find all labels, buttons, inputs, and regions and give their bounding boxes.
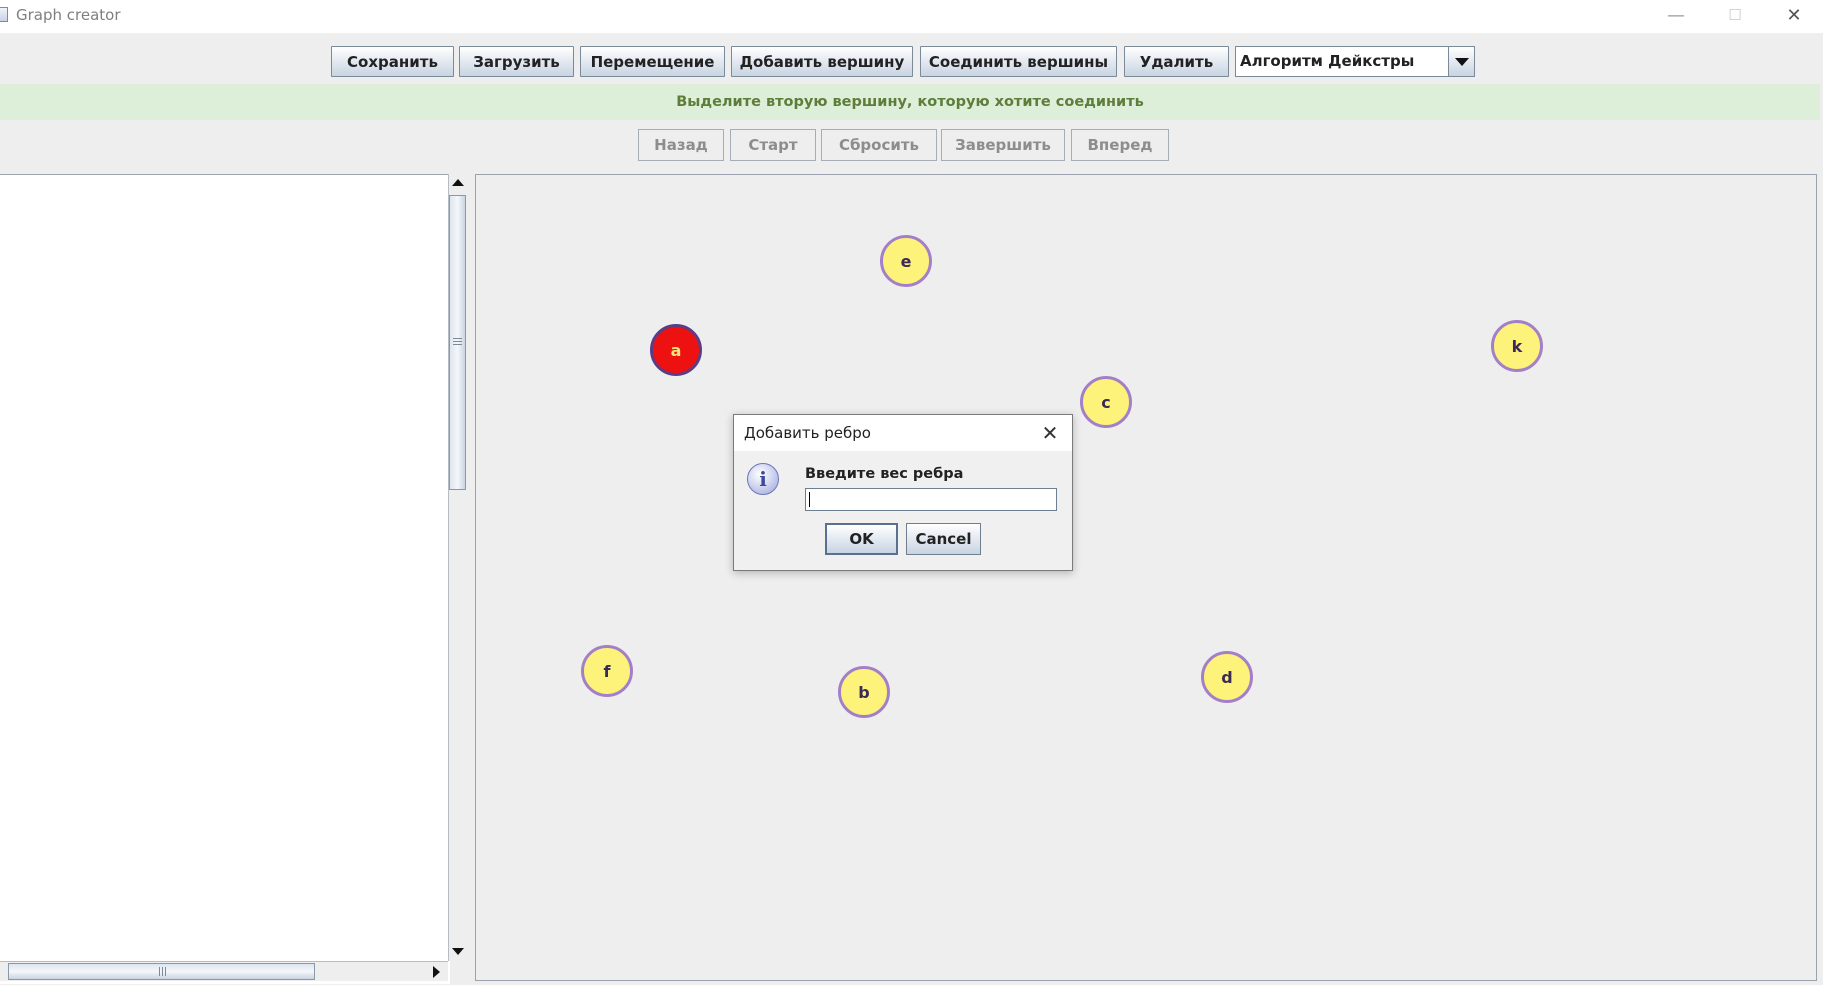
vertex-e[interactable]: e — [880, 235, 932, 287]
scroll-up-icon[interactable] — [452, 179, 464, 186]
add-edge-dialog: Добавить ребро ✕ i Введите вес ребра OK … — [733, 414, 1073, 571]
start-button[interactable]: Старт — [730, 129, 816, 161]
status-message: Выделите вторую вершину, которую хотите … — [0, 84, 1820, 120]
minimize-button[interactable]: — — [1647, 0, 1705, 30]
close-button[interactable]: ✕ — [1765, 0, 1823, 30]
edge-weight-input[interactable] — [805, 488, 1057, 511]
add-vertex-button[interactable]: Добавить вершину — [731, 46, 913, 77]
app-icon — [0, 7, 8, 22]
scroll-grip-icon — [159, 967, 167, 976]
algorithm-select[interactable]: Алгоритм Дейкстры — [1235, 46, 1475, 77]
vertex-f[interactable]: f — [581, 645, 633, 697]
close-icon[interactable]: ✕ — [1038, 421, 1062, 445]
back-button[interactable]: Назад — [638, 129, 724, 161]
load-button[interactable]: Загрузить — [459, 46, 574, 77]
text-caret — [809, 492, 810, 507]
delete-button[interactable]: Удалить — [1124, 46, 1229, 77]
scroll-down-icon[interactable] — [452, 948, 464, 955]
info-icon: i — [747, 463, 779, 495]
vertex-c[interactable]: c — [1080, 376, 1132, 428]
save-button[interactable]: Сохранить — [331, 46, 454, 77]
finish-button[interactable]: Завершить — [941, 129, 1065, 161]
dialog-message: Введите вес ребра — [805, 466, 964, 482]
window-title: Graph creator — [16, 6, 121, 24]
maximize-button[interactable]: ☐ — [1706, 0, 1764, 30]
scroll-grip-icon — [453, 338, 462, 346]
algorithm-selected-value: Алгоритм Дейкстры — [1240, 52, 1415, 70]
chevron-down-icon[interactable] — [1448, 47, 1474, 76]
cancel-button[interactable]: Cancel — [906, 523, 981, 555]
move-button[interactable]: Перемещение — [580, 46, 725, 77]
vertex-k[interactable]: k — [1491, 320, 1543, 372]
dialog-title: Добавить ребро — [744, 424, 871, 442]
reset-button[interactable]: Сбросить — [821, 129, 937, 161]
log-panel — [0, 174, 450, 984]
forward-button[interactable]: Вперед — [1071, 129, 1169, 161]
vertex-b[interactable]: b — [838, 666, 890, 718]
title-bar: Graph creator — ☐ ✕ — [0, 0, 1823, 33]
scroll-right-icon[interactable] — [433, 966, 440, 978]
connect-vertices-button[interactable]: Соединить вершины — [920, 46, 1117, 77]
dialog-title-bar: Добавить ребро ✕ — [734, 415, 1072, 451]
vertex-a[interactable]: a — [650, 324, 702, 376]
ok-button[interactable]: OK — [825, 523, 898, 555]
graph-canvas[interactable] — [475, 174, 1817, 981]
vertex-d[interactable]: d — [1201, 651, 1253, 703]
